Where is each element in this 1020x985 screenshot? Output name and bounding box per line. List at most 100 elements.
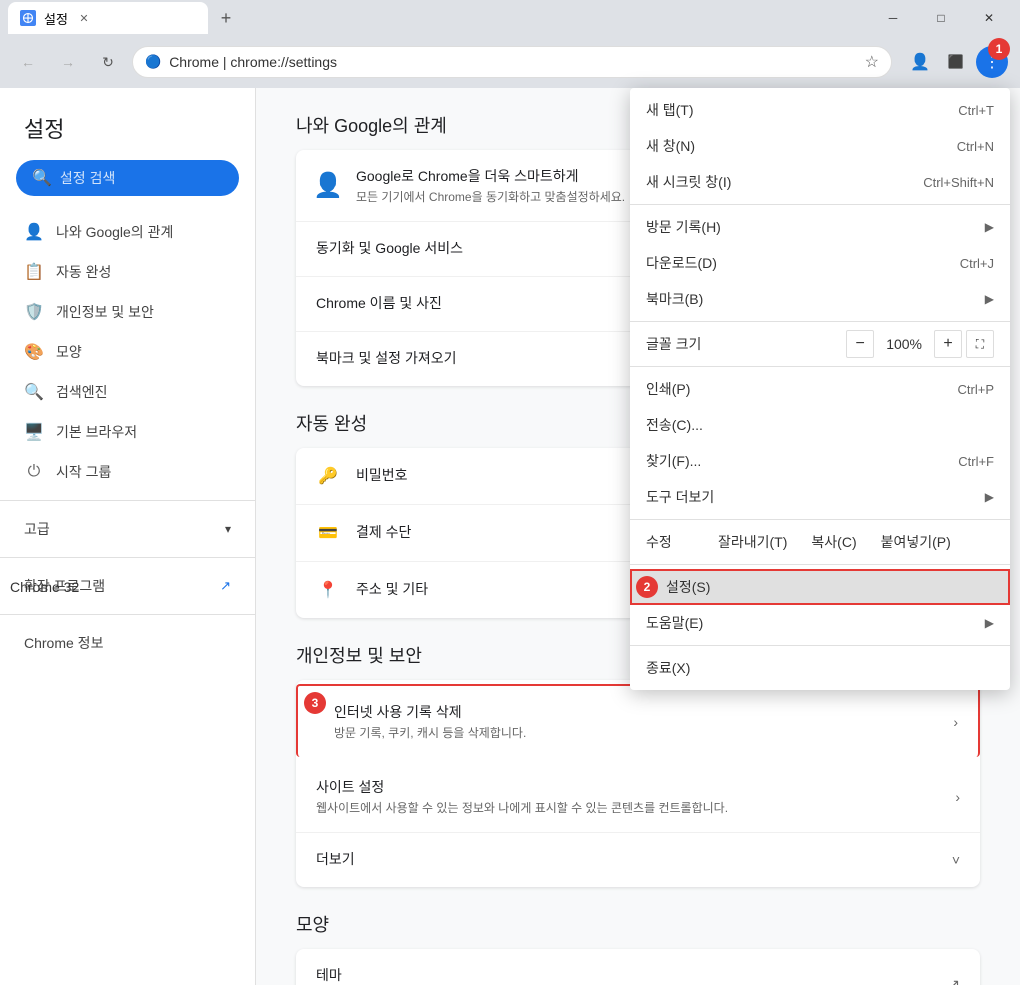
menu-item-more-tools[interactable]: 도구 더보기 ▶ xyxy=(630,479,1010,515)
menu-find-shortcut: Ctrl+F xyxy=(958,454,994,469)
zoom-plus-button[interactable]: + xyxy=(934,330,962,358)
sidebar-advanced-label: 고급 xyxy=(24,519,50,539)
menu-print-shortcut: Ctrl+P xyxy=(958,382,994,397)
dropdown-menu: 새 탭(T) Ctrl+T 새 창(N) Ctrl+N 새 시크릿 창(I) C… xyxy=(630,88,1010,690)
new-tab-button[interactable]: + xyxy=(212,4,240,32)
sidebar-item-search[interactable]: 🔍 검색엔진 xyxy=(0,372,255,412)
search-engine-icon: 🔍 xyxy=(24,382,44,402)
menu-item-find[interactable]: 찾기(F)... Ctrl+F xyxy=(630,443,1010,479)
menu-item-new-tab[interactable]: 새 탭(T) Ctrl+T xyxy=(630,92,1010,128)
menu-copy-button[interactable]: 복사(C) xyxy=(799,528,868,556)
settings-page-title: 설정 xyxy=(0,104,255,160)
site-settings-arrow-icon: › xyxy=(955,789,960,805)
menu-item-history[interactable]: 방문 기록(H) ▶ xyxy=(630,209,1010,245)
password-icon: 🔑 xyxy=(316,464,340,488)
sidebar: 설정 🔍 👤 나와 Google의 관계 📋 자동 완성 🛡️ 개인정보 및 보… xyxy=(0,88,256,985)
sidebar-item-default-browser-label: 기본 브라우저 xyxy=(56,422,137,442)
menu-divider-2 xyxy=(630,321,1010,322)
toolbar-icons: 👤 ⬛ ⋮ 1 xyxy=(904,46,1008,78)
title-bar: 설정 ✕ + ─ □ ✕ xyxy=(0,0,1020,36)
menu-item-help[interactable]: 도움말(E) ▶ xyxy=(630,605,1010,641)
menu-find-label: 찾기(F)... xyxy=(646,451,958,471)
menu-item-cast[interactable]: 전송(C)... xyxy=(630,407,1010,443)
appearance-section-title: 모양 xyxy=(296,911,980,937)
menu-new-incognito-shortcut: Ctrl+Shift+N xyxy=(923,175,994,190)
maximize-button[interactable]: □ xyxy=(918,2,964,34)
bookmark-star-icon[interactable]: ☆ xyxy=(865,52,879,72)
site-settings-title: 사이트 설정 xyxy=(316,777,955,797)
menu-item-new-window[interactable]: 새 창(N) Ctrl+N xyxy=(630,128,1010,164)
account-button[interactable]: 👤 xyxy=(904,46,936,78)
menu-divider-6 xyxy=(630,645,1010,646)
sidebar-chrome-info-label: Chrome 정보 xyxy=(24,633,103,653)
site-settings-desc: 웹사이트에서 사용할 수 있는 정보와 나에게 표시할 수 있는 콘텐츠를 컨트… xyxy=(316,799,955,816)
menu-zoom-label: 글꼴 크기 xyxy=(646,334,846,354)
menu-item-exit[interactable]: 종료(X) xyxy=(630,650,1010,686)
menu-exit-label: 종료(X) xyxy=(646,658,994,678)
chrome-version-note: Chrome 32 xyxy=(10,579,79,595)
sidebar-item-google-account[interactable]: 👤 나와 Google의 관계 xyxy=(0,212,255,252)
clear-history-desc: 방문 기록, 쿠키, 캐시 등을 삭제합니다. xyxy=(334,724,953,741)
url-bar[interactable]: 🔵 Chrome | chrome://settings ☆ xyxy=(132,46,892,78)
menu-history-arrow-icon: ▶ xyxy=(985,220,994,234)
menu-more-tools-label: 도구 더보기 xyxy=(646,487,985,507)
more-text: 더보기 xyxy=(316,849,952,871)
menu-item-new-incognito[interactable]: 새 시크릿 창(I) Ctrl+Shift+N xyxy=(630,164,1010,200)
menu-paste-button[interactable]: 붙여넣기(P) xyxy=(869,528,963,556)
sidebar-item-appearance[interactable]: 🎨 모양 xyxy=(0,332,255,372)
forward-button[interactable]: → xyxy=(52,46,84,78)
sidebar-item-chrome-info[interactable]: Chrome 정보 xyxy=(0,623,255,663)
menu-cut-button[interactable]: 잘라내기(T) xyxy=(706,528,799,556)
refresh-button[interactable]: ↻ xyxy=(92,46,124,78)
theme-item[interactable]: 테마 Chrome 웹 스토어 열기 ↗ xyxy=(296,949,980,985)
privacy-icon: 🛡️ xyxy=(24,302,44,322)
more-label: 더보기 xyxy=(316,849,952,869)
extensions-external-link-icon: ↗ xyxy=(220,578,231,594)
google-account-avatar: 👤 xyxy=(316,174,340,198)
sidebar-item-privacy[interactable]: 🛡️ 개인정보 및 보안 xyxy=(0,292,255,332)
startup-icon: ⏻ xyxy=(24,462,44,482)
active-tab[interactable]: 설정 ✕ xyxy=(8,2,208,34)
more-item[interactable]: 더보기 ˅ xyxy=(296,833,980,887)
menu-item-settings[interactable]: 설정(S) xyxy=(630,569,1010,605)
menu-divider-1 xyxy=(630,204,1010,205)
menu-item-zoom: 글꼴 크기 − 100% + ⛶ xyxy=(630,326,1010,362)
appearance-icon: 🎨 xyxy=(24,342,44,362)
menu-history-label: 방문 기록(H) xyxy=(646,217,985,237)
tab-close-button[interactable]: ✕ xyxy=(76,10,92,26)
sidebar-item-startup[interactable]: ⏻ 시작 그룹 xyxy=(0,452,255,492)
menu-downloads-label: 다운로드(D) xyxy=(646,253,960,273)
search-input[interactable] xyxy=(60,170,241,186)
sidebar-item-autofill[interactable]: 📋 자동 완성 xyxy=(0,252,255,292)
more-chevron-icon: ˅ xyxy=(952,852,960,868)
zoom-expand-button[interactable]: ⛶ xyxy=(966,330,994,358)
menu-item-bookmarks[interactable]: 북마크(B) ▶ xyxy=(630,281,1010,317)
privacy-card: 3 인터넷 사용 기록 삭제 방문 기록, 쿠키, 캐시 등을 삭제합니다. ›… xyxy=(296,680,980,887)
sidebar-item-default-browser[interactable]: 🖥️ 기본 브라우저 xyxy=(0,412,255,452)
menu-new-incognito-label: 새 시크릿 창(I) xyxy=(646,172,923,192)
zoom-minus-button[interactable]: − xyxy=(846,330,874,358)
menu-item-downloads[interactable]: 다운로드(D) Ctrl+J xyxy=(630,245,1010,281)
extensions-button[interactable]: ⬛ xyxy=(940,46,972,78)
clear-history-arrow-icon: › xyxy=(953,714,958,730)
menu-item-print[interactable]: 인쇄(P) Ctrl+P xyxy=(630,371,1010,407)
back-button[interactable]: ← xyxy=(12,46,44,78)
sidebar-item-google-account-label: 나와 Google의 관계 xyxy=(56,222,173,242)
menu-help-label: 도움말(E) xyxy=(646,613,985,633)
menu-divider-4 xyxy=(630,519,1010,520)
minimize-button[interactable]: ─ xyxy=(870,2,916,34)
menu-button[interactable]: ⋮ 1 xyxy=(976,46,1008,78)
zoom-controls: − 100% + ⛶ xyxy=(846,330,994,358)
close-button[interactable]: ✕ xyxy=(966,2,1012,34)
menu-help-arrow-icon: ▶ xyxy=(985,616,994,630)
menu-new-tab-shortcut: Ctrl+T xyxy=(958,103,994,118)
menu-edit-label: 수정 xyxy=(646,532,706,552)
clear-history-text: 인터넷 사용 기록 삭제 방문 기록, 쿠키, 캐시 등을 삭제합니다. xyxy=(334,702,953,741)
search-input-wrap[interactable]: 🔍 xyxy=(16,160,239,196)
sidebar-item-advanced[interactable]: 고급 ▾ xyxy=(0,509,255,549)
site-settings-text: 사이트 설정 웹사이트에서 사용할 수 있는 정보와 나에게 표시할 수 있는 … xyxy=(316,777,955,816)
clear-history-item[interactable]: 인터넷 사용 기록 삭제 방문 기록, 쿠키, 캐시 등을 삭제합니다. › xyxy=(296,684,980,757)
nav-divider-3 xyxy=(0,614,255,615)
site-settings-item[interactable]: 사이트 설정 웹사이트에서 사용할 수 있는 정보와 나에게 표시할 수 있는 … xyxy=(296,761,980,833)
url-security-icon: 🔵 xyxy=(145,54,161,70)
